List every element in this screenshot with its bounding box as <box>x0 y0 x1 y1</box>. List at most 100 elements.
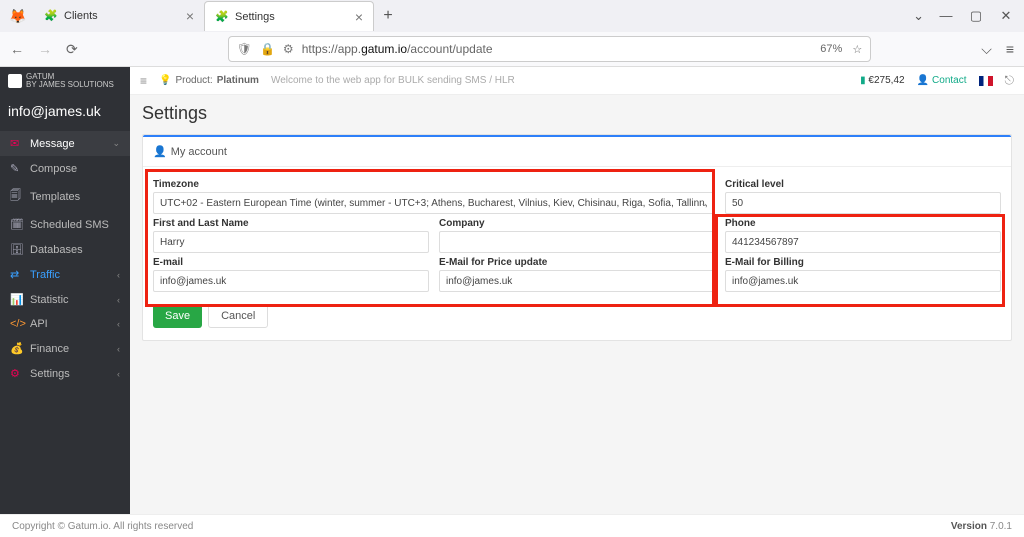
nav-buttons: ← → ⟳ <box>10 41 78 58</box>
close-window-icon[interactable]: ✕ <box>998 8 1014 24</box>
tab-title: Clients <box>64 10 98 22</box>
calendar-icon: 🗓 <box>10 218 22 231</box>
sidebar-item-label: Compose <box>30 163 77 175</box>
forward-icon: → <box>38 41 52 58</box>
email-input[interactable] <box>153 270 429 292</box>
main: ≡ 💡 Product: Platinum Welcome to the web… <box>130 67 1024 514</box>
templates-icon: 🗐 <box>10 187 22 206</box>
product-indicator: 💡 Product: Platinum <box>159 75 259 86</box>
email-label: E-mail <box>153 253 429 270</box>
chevron-down-icon: ⌄ <box>700 198 708 209</box>
sidebar-item-api[interactable]: </> API ‹ <box>0 312 130 336</box>
sidebar-item-label: Finance <box>30 343 69 355</box>
url-field[interactable]: 🛡 🔒 ⚙ https://app.gatum.io/account/updat… <box>228 36 871 62</box>
email-price-label: E-Mail for Price update <box>439 253 715 270</box>
envelope-icon: ✉ <box>10 137 22 150</box>
sidebar-item-traffic[interactable]: ⇄ Traffic ‹ <box>0 262 130 287</box>
sidebar-item-compose[interactable]: ✎ Compose <box>0 156 130 181</box>
bulb-icon: 💡 <box>159 75 171 86</box>
sidebar-item-finance[interactable]: 💰 Finance ‹ <box>0 336 130 361</box>
brand: GATUM BY JAMES SOLUTIONS <box>0 67 130 95</box>
sidebar-item-label: Settings <box>30 368 70 380</box>
page: Settings 👤 My account Timezone <box>130 95 1024 349</box>
sidebar-item-templates[interactable]: 🗐 Templates <box>0 181 130 212</box>
timezone-select[interactable]: UTC+02 - Eastern European Time (winter, … <box>153 192 715 214</box>
permissions-icon: ⚙ <box>283 42 294 56</box>
database-icon: 🗄 <box>10 243 22 256</box>
hamburger-icon[interactable]: ≡ <box>140 74 147 88</box>
close-icon[interactable]: × <box>355 9 363 25</box>
settings-panel: 👤 My account Timezone UTC+02 - Eastern E… <box>142 134 1012 341</box>
tab-strip: 🦊 🧩 Clients × 🧩 Settings × + ⌄ — ▢ ✕ <box>0 0 1024 32</box>
footer: Copyright © Gatum.io. All rights reserve… <box>0 514 1024 537</box>
sidebar-item-scheduled[interactable]: 🗓 Scheduled SMS <box>0 212 130 237</box>
email-billing-label: E-Mail for Billing <box>725 253 1001 270</box>
sidebar-item-label: Databases <box>30 244 83 256</box>
flag-icon[interactable] <box>979 76 993 86</box>
cancel-button[interactable]: Cancel <box>208 304 268 328</box>
address-bar: ← → ⟳ 🛡 🔒 ⚙ https://app.gatum.io/account… <box>0 32 1024 66</box>
chevron-down-icon: ⌄ <box>112 138 120 149</box>
traffic-icon: ⇄ <box>10 268 22 281</box>
brand-sub: BY JAMES SOLUTIONS <box>26 81 114 89</box>
sidebar-item-label: Statistic <box>30 294 69 306</box>
menu-icon[interactable]: ≡ <box>1006 41 1014 58</box>
save-button[interactable]: Save <box>153 304 202 328</box>
contact-icon: 👤 <box>917 75 929 86</box>
brand-logo-icon <box>8 74 22 88</box>
topbar: ≡ 💡 Product: Platinum Welcome to the web… <box>130 67 1024 95</box>
chart-icon: 📊 <box>10 293 22 306</box>
sidebar: GATUM BY JAMES SOLUTIONS info@james.uk ✉… <box>0 67 130 514</box>
timezone-label: Timezone <box>153 175 715 192</box>
name-input[interactable] <box>153 231 429 253</box>
sidebar-item-message[interactable]: ✉ Message ⌄ <box>0 131 130 156</box>
panel-body: Timezone UTC+02 - Eastern European Time … <box>143 167 1011 340</box>
form-grid: Timezone UTC+02 - Eastern European Time … <box>147 171 1007 296</box>
page-title: Settings <box>142 103 1012 124</box>
back-icon[interactable]: ← <box>10 41 24 58</box>
url-text: https://app.gatum.io/account/update <box>302 42 493 56</box>
bookmark-icon[interactable]: ☆ <box>852 43 862 56</box>
contact-link[interactable]: 👤Contact <box>917 75 967 86</box>
sidebar-item-databases[interactable]: 🗄 Databases <box>0 237 130 262</box>
reload-icon[interactable]: ⟳ <box>66 41 78 58</box>
pocket-icon[interactable]: ⌵ <box>981 41 992 58</box>
sidebar-item-label: API <box>30 318 48 330</box>
zoom-level[interactable]: 67% <box>820 43 842 55</box>
firefox-icon: 🦊 <box>8 6 28 26</box>
welcome-text: Welcome to the web app for BULK sending … <box>271 75 515 86</box>
minimize-icon[interactable]: — <box>938 8 954 24</box>
code-icon: </> <box>10 318 22 330</box>
email-billing-input[interactable] <box>725 270 1001 292</box>
email-price-input[interactable] <box>439 270 715 292</box>
copyright: Copyright © Gatum.io. All rights reserve… <box>12 521 193 532</box>
browser-tab-clients[interactable]: 🧩 Clients × <box>34 1 204 31</box>
browser-tab-settings[interactable]: 🧩 Settings × <box>204 1 374 31</box>
timezone-value: UTC+02 - Eastern European Time (winter, … <box>160 198 708 209</box>
favicon-icon: 🧩 <box>215 10 229 24</box>
tab-overflow-icon[interactable]: ⌄ <box>913 8 924 24</box>
sidebar-item-label: Templates <box>30 191 80 203</box>
chevron-left-icon: ‹ <box>117 369 120 379</box>
logout-icon[interactable]: ⎋ <box>1005 73 1015 88</box>
button-row: Save Cancel <box>147 296 1007 336</box>
maximize-icon[interactable]: ▢ <box>968 8 984 24</box>
lock-icon: 🔒 <box>260 42 275 56</box>
user-icon: 👤 <box>153 145 167 158</box>
product-label: Product: <box>175 75 212 86</box>
phone-label: Phone <box>725 214 1001 231</box>
chevron-left-icon: ‹ <box>117 319 120 329</box>
company-input[interactable] <box>439 231 715 253</box>
sidebar-item-statistic[interactable]: 📊 Statistic ‹ <box>0 287 130 312</box>
version: Version 7.0.1 <box>951 521 1012 532</box>
tab-my-account[interactable]: 👤 My account <box>143 137 1011 167</box>
sidebar-item-label: Traffic <box>30 269 60 281</box>
sidebar-item-settings[interactable]: ⚙ Settings ‹ <box>0 361 130 386</box>
critical-label: Critical level <box>725 175 1001 192</box>
critical-input[interactable] <box>725 192 1001 214</box>
new-tab-button[interactable]: + <box>374 2 402 30</box>
balance[interactable]: ▮ €275,42 <box>860 75 904 86</box>
tab-label: My account <box>171 146 227 158</box>
close-icon[interactable]: × <box>186 8 194 24</box>
phone-input[interactable] <box>725 231 1001 253</box>
